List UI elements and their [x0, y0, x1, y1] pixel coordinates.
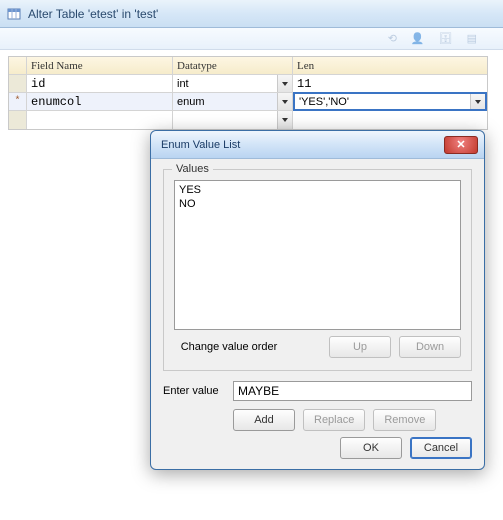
grid-gutter-header: [9, 57, 27, 74]
grid-header-row: Field Name Datatype Len: [9, 57, 487, 75]
add-button[interactable]: Add: [233, 409, 295, 431]
datatype-dropdown-button[interactable]: [277, 75, 292, 92]
toolbar-glyph: 🗄: [439, 32, 453, 45]
enum-value-list-dialog: Enum Value List ✕ Values YES NO Change v…: [150, 130, 485, 470]
enter-value-label: Enter value: [163, 385, 225, 397]
cell-datatype-text: enum: [177, 96, 205, 108]
cell-datatype[interactable]: int: [173, 75, 293, 92]
chevron-down-icon: [282, 82, 288, 86]
header-len[interactable]: Len: [293, 57, 487, 74]
chevron-down-icon: [282, 100, 288, 104]
datatype-dropdown-button[interactable]: [277, 111, 292, 129]
remove-button[interactable]: Remove: [373, 409, 436, 431]
window-titlebar: Alter Table 'etest' in 'test': [0, 0, 503, 28]
grid-row[interactable]: id int 11: [9, 75, 487, 93]
row-gutter: [9, 75, 27, 92]
enter-value-input[interactable]: [233, 381, 472, 401]
dialog-title: Enum Value List: [161, 139, 240, 151]
cell-field-name[interactable]: enumcol: [27, 93, 173, 110]
cell-field-name[interactable]: [27, 111, 173, 129]
toolbar-glyph: ⟲: [388, 32, 397, 45]
list-item[interactable]: NO: [179, 197, 456, 211]
grid-row[interactable]: [9, 111, 487, 129]
toolbar-strip: ⟲ 👤 🗄 ▤: [0, 28, 503, 50]
order-label: Change value order: [174, 341, 284, 353]
header-field-name[interactable]: Field Name: [27, 57, 173, 74]
columns-grid: Field Name Datatype Len id int 11 * enum…: [8, 56, 488, 130]
datatype-dropdown-button[interactable]: [277, 93, 292, 110]
cancel-button[interactable]: Cancel: [410, 437, 472, 459]
cell-datatype[interactable]: enum: [173, 93, 293, 110]
values-listbox[interactable]: YES NO: [174, 180, 461, 330]
row-gutter: *: [9, 93, 27, 110]
len-dropdown-button[interactable]: [470, 94, 485, 109]
row-gutter: [9, 111, 27, 129]
list-item[interactable]: YES: [179, 183, 456, 197]
dialog-body: Values YES NO Change value order Up Down…: [151, 159, 484, 469]
header-datatype[interactable]: Datatype: [173, 57, 293, 74]
cell-datatype[interactable]: [173, 111, 293, 129]
replace-button[interactable]: Replace: [303, 409, 365, 431]
cell-len[interactable]: [293, 111, 487, 129]
values-group-label: Values: [172, 163, 213, 175]
close-icon: ✕: [456, 138, 465, 151]
dialog-titlebar[interactable]: Enum Value List ✕: [151, 131, 484, 159]
cell-len[interactable]: 'YES','NO': [293, 92, 487, 111]
window-title: Alter Table 'etest' in 'test': [28, 7, 158, 21]
chevron-down-icon: [475, 100, 481, 104]
cell-field-name[interactable]: id: [27, 75, 173, 92]
cell-datatype-text: int: [177, 78, 189, 90]
toolbar-glyph: ▤: [467, 32, 477, 45]
toolbar-glyph: 👤: [411, 32, 425, 45]
values-group: Values YES NO Change value order Up Down: [163, 169, 472, 371]
down-button[interactable]: Down: [399, 336, 461, 358]
cell-len[interactable]: 11: [293, 75, 487, 92]
ok-button[interactable]: OK: [340, 437, 402, 459]
up-button[interactable]: Up: [329, 336, 391, 358]
cell-len-text: 'YES','NO': [299, 96, 349, 108]
chevron-down-icon: [282, 118, 288, 122]
table-icon: [6, 6, 22, 22]
close-button[interactable]: ✕: [444, 136, 478, 154]
grid-row[interactable]: * enumcol enum 'YES','NO': [9, 93, 487, 111]
